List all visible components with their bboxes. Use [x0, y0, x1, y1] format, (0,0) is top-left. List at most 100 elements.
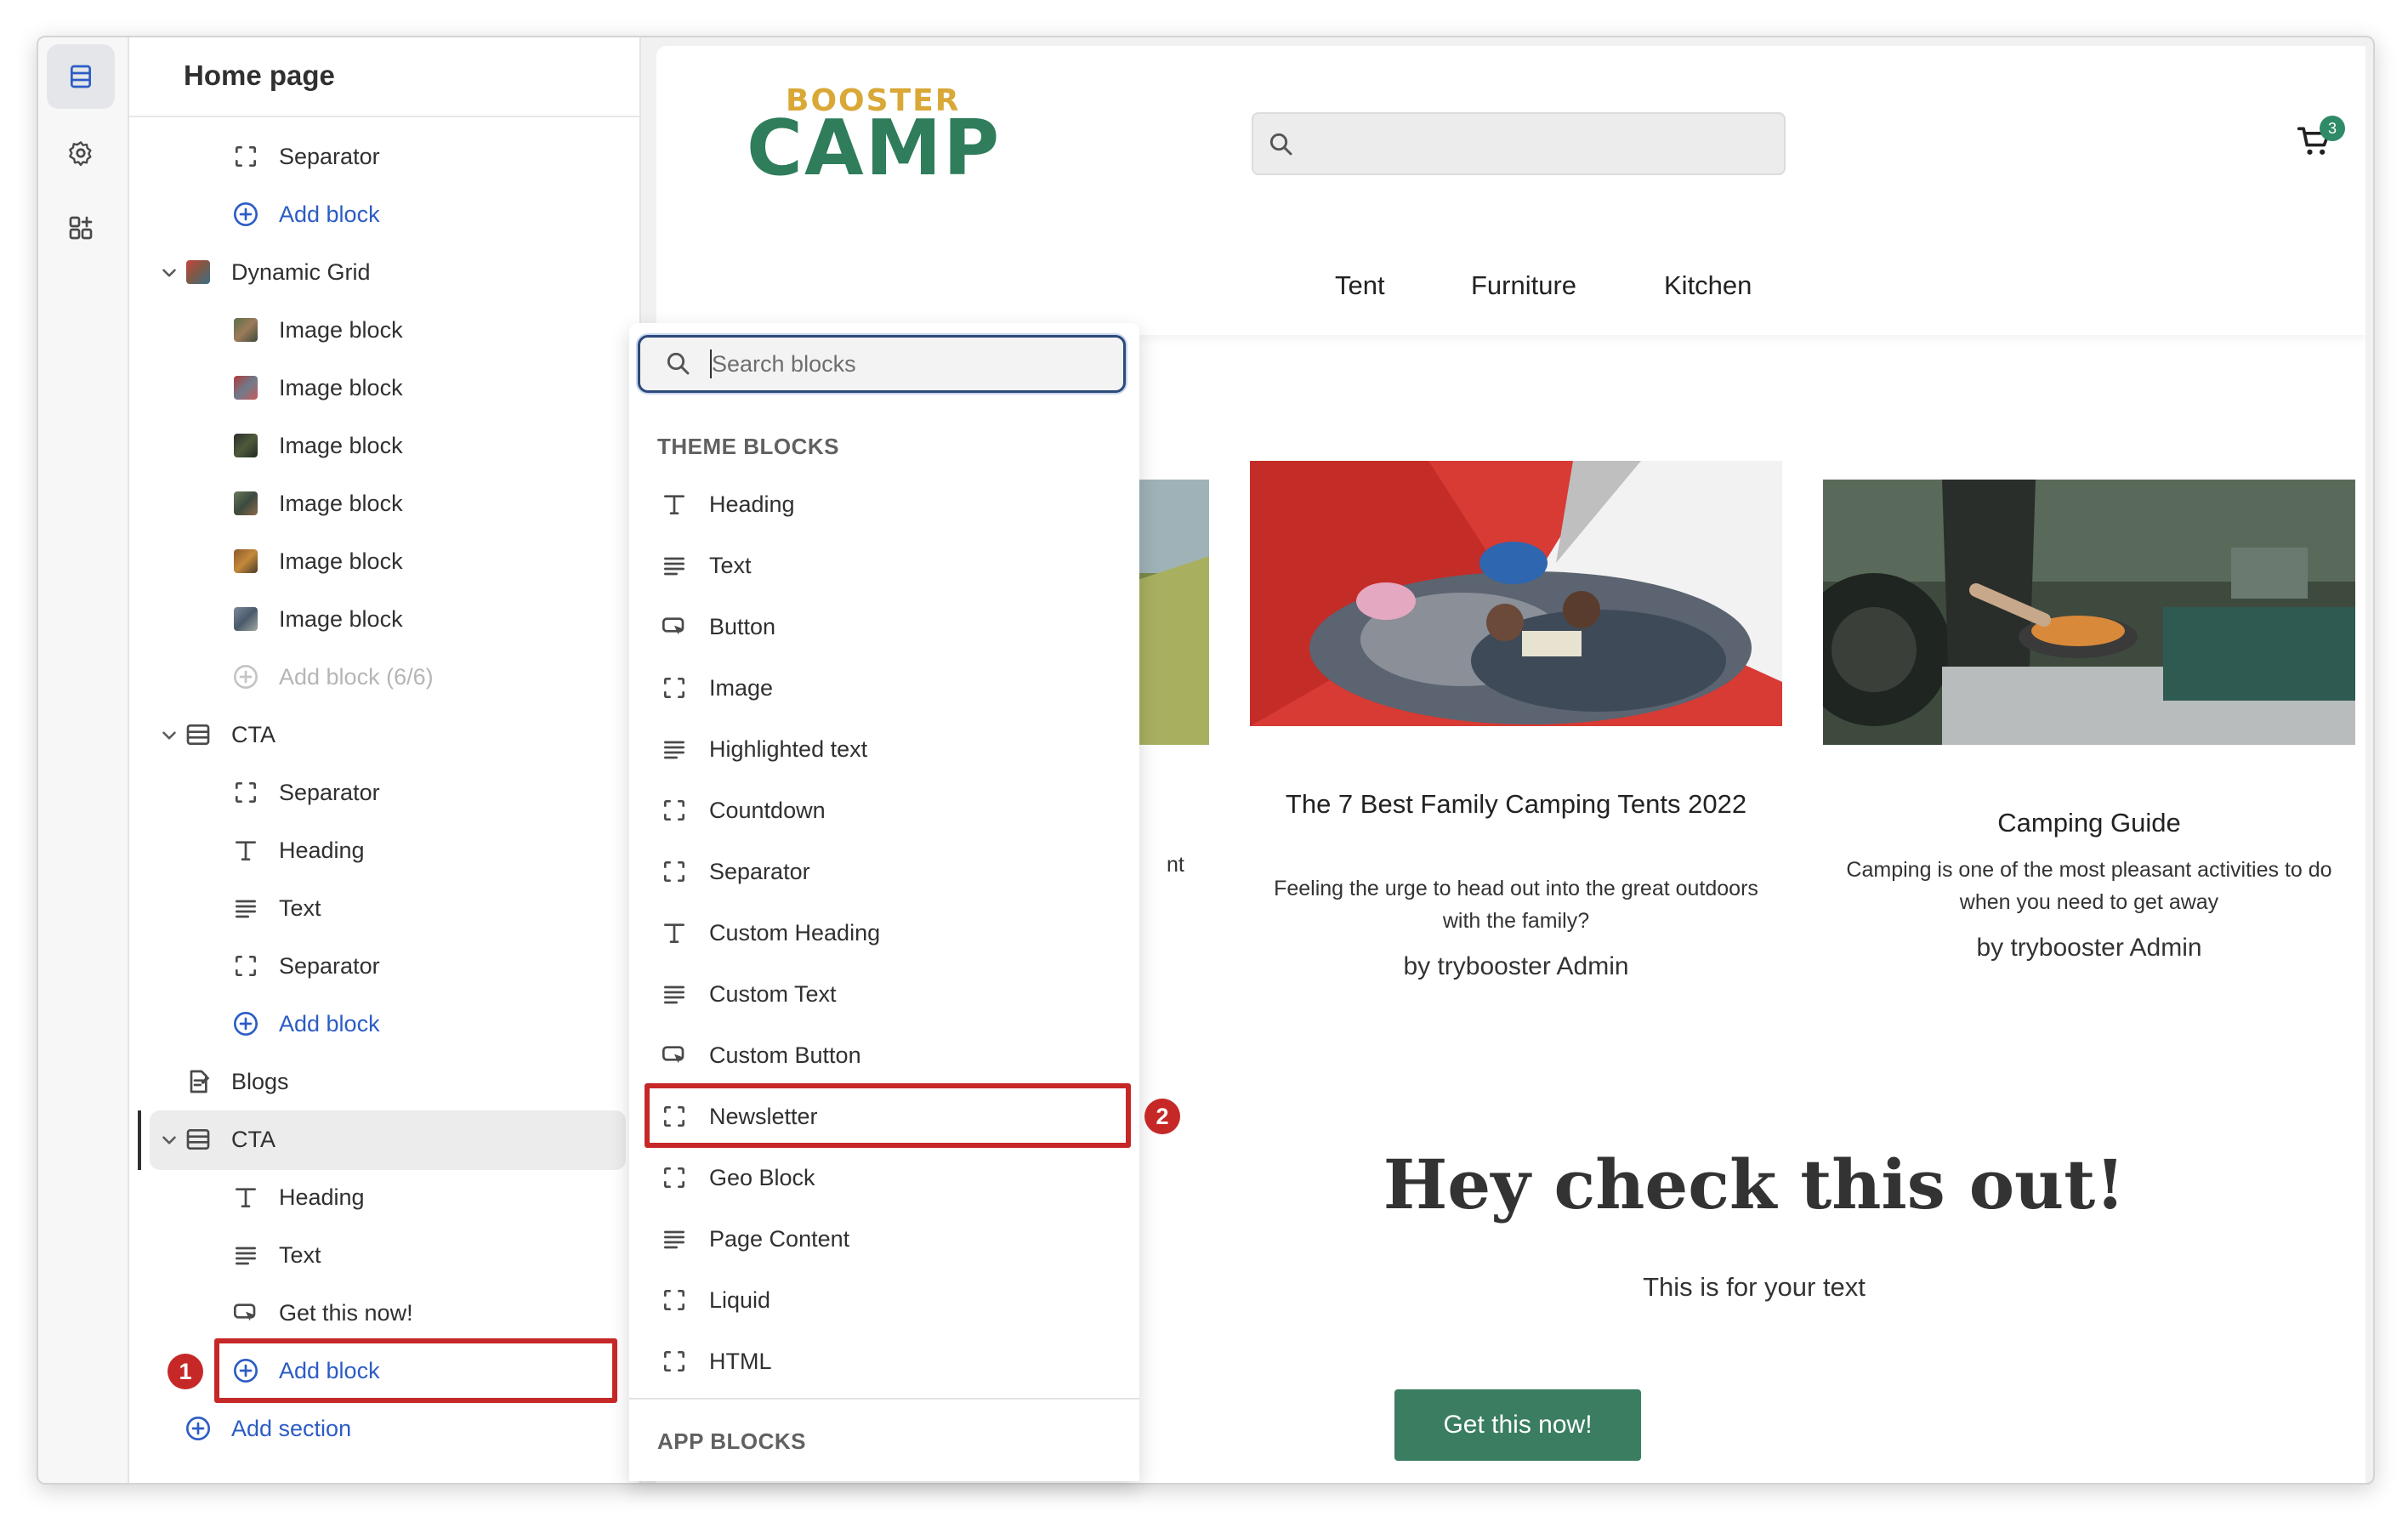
sections-sidebar: Home page Separator Add block Dynamic Gr… — [129, 37, 641, 1483]
search-placeholder: Search blocks — [712, 351, 856, 377]
add-block-button[interactable]: Add block — [231, 995, 380, 1053]
picker-item-geo-block[interactable]: Geo Block — [645, 1150, 1122, 1206]
tree-item-label: Text — [279, 894, 321, 921]
block-icon — [661, 1348, 688, 1375]
button-icon — [232, 1299, 259, 1326]
add-block-button-disabled: Add block (6/6) — [231, 648, 434, 706]
tree-item-text[interactable]: Text — [231, 1226, 321, 1284]
highlight-box-add-block — [214, 1338, 617, 1403]
tree-item-image-block[interactable]: Image block — [231, 532, 403, 590]
nav-link-tent[interactable]: Tent — [1335, 270, 1385, 301]
tree-item-text[interactable]: Text — [231, 879, 321, 937]
tree-item-button[interactable]: Get this now! — [231, 1284, 413, 1342]
tree-item-heading[interactable]: Heading — [231, 1168, 365, 1226]
heading-icon — [232, 1184, 259, 1211]
picker-item-label: Custom Heading — [709, 919, 881, 946]
plus-circle-icon — [185, 1415, 212, 1442]
image-thumbnail-icon — [234, 491, 258, 515]
picker-item-custom-button[interactable]: Custom Button — [645, 1027, 1122, 1083]
tree-item-separator[interactable]: Separator — [231, 128, 380, 185]
step-marker-2: 2 — [1144, 1099, 1180, 1134]
store-search-input[interactable] — [1252, 112, 1786, 175]
picker-item-button[interactable]: Button — [645, 599, 1122, 655]
picker-item-page-content[interactable]: Page Content — [645, 1211, 1122, 1267]
tree-item-label: Image block — [279, 490, 403, 516]
tree-item-heading[interactable]: Heading — [231, 821, 365, 879]
plus-circle-icon — [232, 663, 259, 690]
picker-item-html[interactable]: HTML — [645, 1333, 1122, 1389]
chevron-down-icon[interactable] — [158, 262, 180, 284]
tree-item-image-block[interactable]: Image block — [231, 301, 403, 359]
tree-item-label: Text — [279, 1241, 321, 1268]
tree-item-image-block[interactable]: Image block — [231, 590, 403, 648]
text-icon — [232, 1241, 259, 1269]
store-header: BOOSTER CAMP 3 Tent Furniture Kitchen — [656, 46, 2365, 335]
section-label: CTA — [231, 1126, 275, 1152]
image-thumbnail-icon — [234, 376, 258, 400]
cta-button[interactable]: Get this now! — [1394, 1389, 1641, 1461]
add-block-label: Add block — [279, 201, 380, 227]
section-label: CTA — [231, 721, 275, 747]
nav-link-furniture[interactable]: Furniture — [1471, 270, 1576, 301]
chevron-down-icon[interactable] — [158, 1129, 180, 1151]
chevron-down-icon[interactable] — [158, 724, 180, 747]
tree-item-separator[interactable]: Separator — [231, 937, 380, 995]
picker-item-label: Liquid — [709, 1286, 771, 1313]
block-icon — [661, 674, 688, 701]
text-icon — [232, 894, 259, 922]
blog-card-title[interactable]: The 7 Best Family Camping Tents 2022 — [1284, 786, 1748, 822]
tree-item-separator[interactable]: Separator — [231, 764, 380, 821]
plus-circle-icon — [232, 201, 259, 228]
sections-rail-button[interactable] — [47, 44, 115, 109]
cart-count-badge: 3 — [2320, 116, 2345, 141]
block-icon — [661, 797, 688, 824]
section-label: Dynamic Grid — [231, 258, 371, 285]
picker-item-highlighted-text[interactable]: Highlighted text — [645, 721, 1122, 777]
blog-card-title[interactable]: Camping Guide — [1823, 804, 2355, 841]
theme-blocks-header: THEME BLOCKS — [657, 434, 839, 459]
section-dynamic-grid[interactable]: Dynamic Grid — [184, 243, 371, 301]
section-icon — [185, 721, 212, 748]
sections-icon — [71, 65, 91, 88]
picker-item-custom-heading[interactable]: Custom Heading — [645, 905, 1122, 961]
tree-item-image-block[interactable]: Image block — [231, 474, 403, 532]
search-icon — [664, 349, 691, 377]
picker-item-label: Page Content — [709, 1225, 850, 1252]
text-icon — [661, 552, 688, 579]
blog-card-image[interactable] — [1250, 461, 1782, 726]
image-thumbnail-icon — [234, 607, 258, 631]
picker-item-label: Highlighted text — [709, 735, 868, 762]
blog-card-image[interactable] — [1823, 480, 2355, 745]
search-blocks-input[interactable]: Search blocks — [638, 335, 1126, 393]
selected-section-indicator — [138, 1110, 141, 1170]
editor-window: Home page Separator Add block Dynamic Gr… — [37, 36, 2375, 1485]
add-block-label: Add block — [279, 1010, 380, 1036]
picker-item-text[interactable]: Text — [645, 537, 1122, 593]
settings-rail-button[interactable] — [47, 121, 115, 185]
highlight-box-newsletter — [645, 1083, 1131, 1148]
picker-item-label: Countdown — [709, 797, 826, 823]
add-block-button[interactable]: Add block — [231, 185, 380, 243]
tree-item-image-block[interactable]: Image block — [231, 417, 403, 474]
section-cta[interactable]: CTA — [184, 706, 275, 764]
add-section-button[interactable]: Add section — [184, 1400, 351, 1457]
picker-item-image[interactable]: Image — [645, 660, 1122, 716]
blog-icon — [185, 1068, 212, 1095]
nav-link-kitchen[interactable]: Kitchen — [1664, 270, 1752, 301]
section-cta-selected[interactable]: CTA — [184, 1110, 275, 1168]
blog-card-desc: Camping is one of the most pleasant acti… — [1846, 858, 2332, 914]
picker-item-label: Separator — [709, 858, 810, 884]
picker-item-countdown[interactable]: Countdown — [645, 782, 1122, 838]
header-divider — [129, 116, 639, 117]
logo-camp-text: CAMP — [747, 104, 1002, 193]
tree-item-label: Image block — [279, 605, 403, 632]
picker-item-heading[interactable]: Heading — [645, 476, 1122, 532]
picker-item-liquid[interactable]: Liquid — [645, 1272, 1122, 1328]
apps-rail-button[interactable] — [47, 196, 115, 260]
picker-item-custom-text[interactable]: Custom Text — [645, 966, 1122, 1022]
blog-image-tent-family-icon — [1250, 461, 1782, 726]
section-blogs[interactable]: Blogs — [184, 1053, 289, 1110]
picker-item-separator[interactable]: Separator — [645, 843, 1122, 900]
block-icon — [232, 779, 259, 806]
tree-item-image-block[interactable]: Image block — [231, 359, 403, 417]
